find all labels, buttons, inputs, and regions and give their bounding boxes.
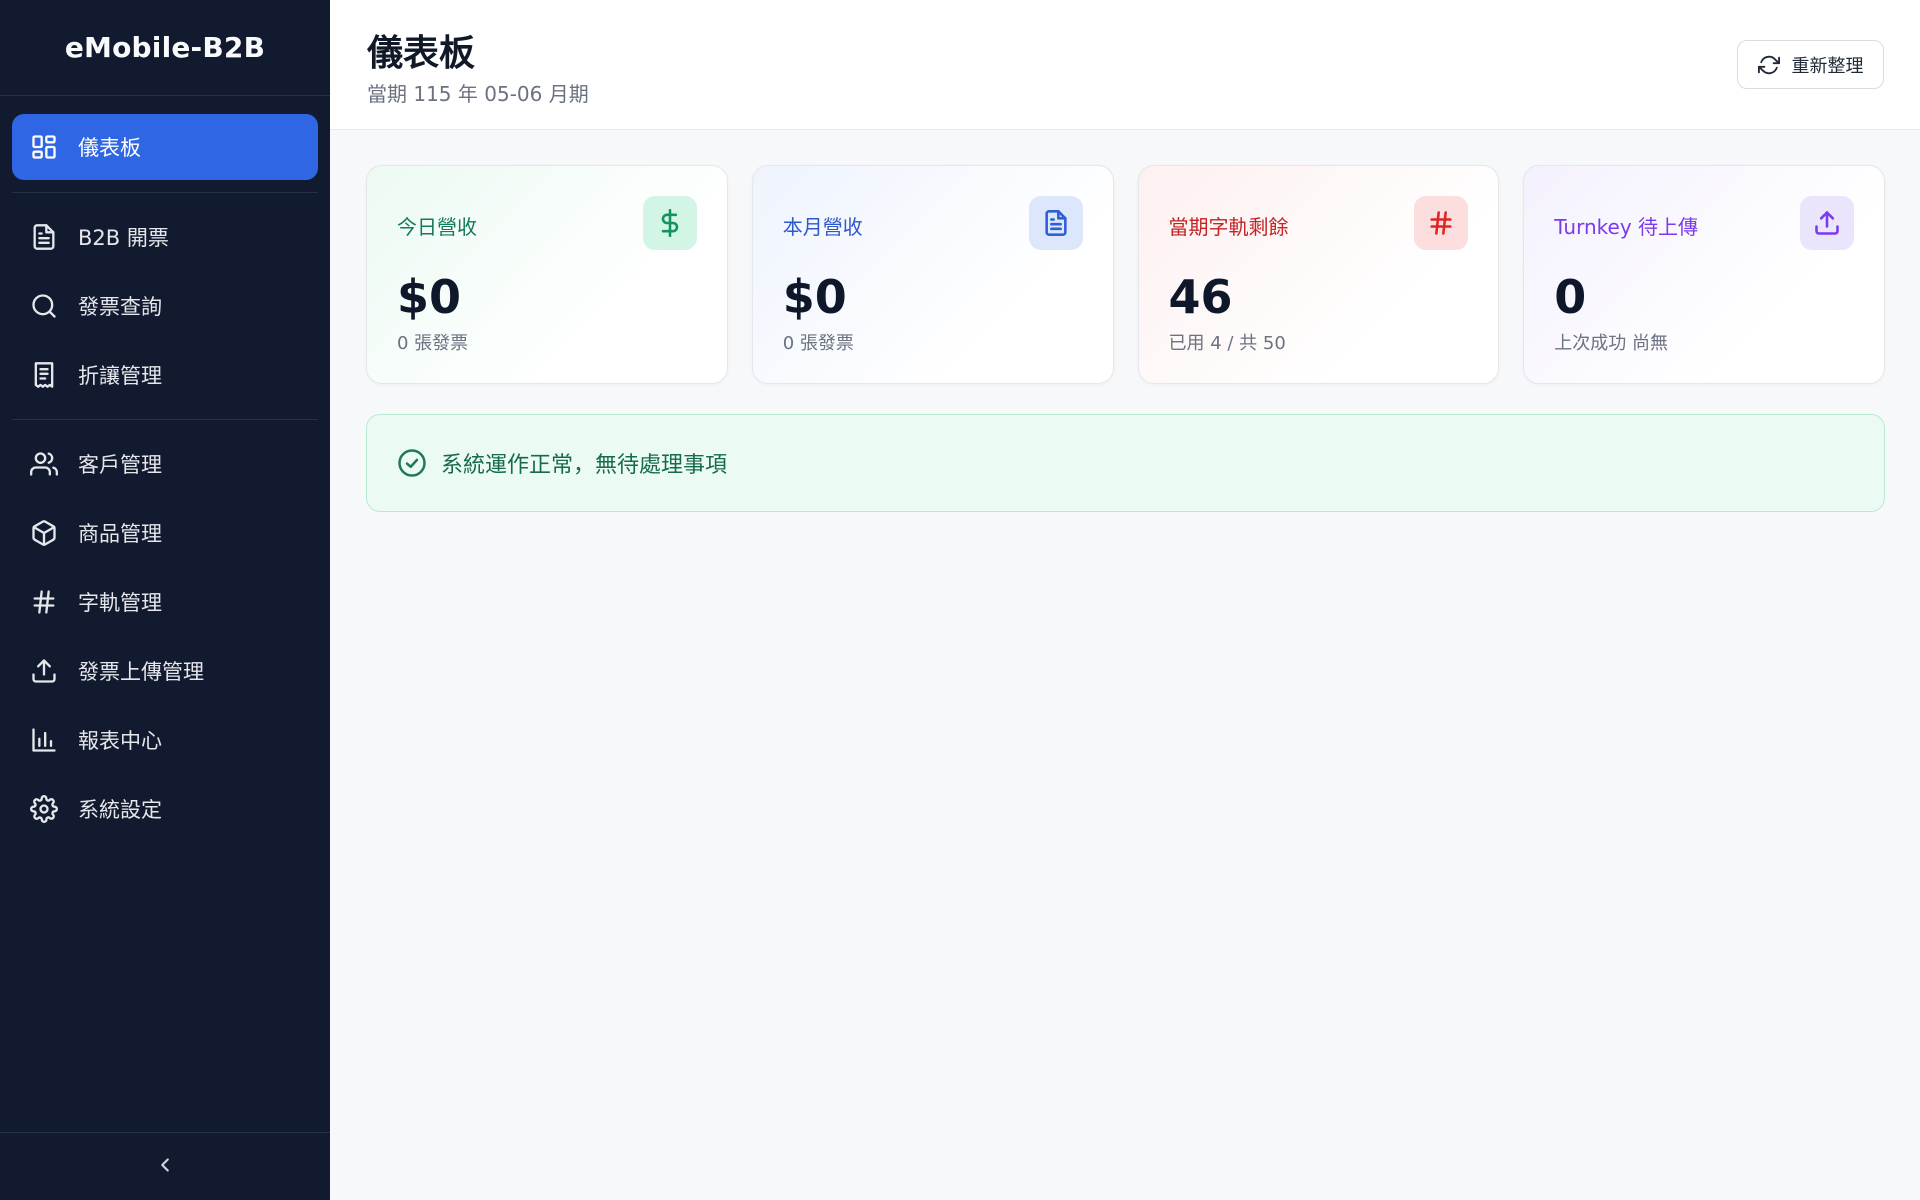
upload-icon	[30, 657, 58, 685]
refresh-icon	[1757, 55, 1780, 74]
sidebar-item-label: 發票查詢	[78, 295, 162, 319]
brand-logo[interactable]: eMobile-B2B	[0, 0, 330, 96]
stat-card-turnkey-pending[interactable]: Turnkey 待上傳 0 上次成功 尚無	[1523, 165, 1885, 384]
stat-card-today-revenue[interactable]: 今日營收 $0 0 張發票	[366, 165, 728, 384]
nav-divider	[12, 192, 318, 193]
check-circle-icon	[398, 449, 426, 477]
sidebar-item-invoice-search[interactable]: 發票查詢	[12, 274, 318, 338]
stat-cards: 今日營收 $0 0 張發票 本月營收 $0 0 張發票 當期字軌剩餘 46 已用…	[366, 165, 1885, 384]
package-icon	[30, 519, 58, 547]
sidebar-item-label: 系統設定	[78, 798, 162, 822]
card-subtext: 上次成功 尚無	[1554, 333, 1668, 354]
status-message: 系統運作正常，無待處理事項	[441, 453, 728, 478]
dashboard-grid-icon	[30, 133, 58, 161]
card-subtext: 已用 4 / 共 50	[1168, 333, 1286, 354]
card-label: 今日營收	[397, 215, 477, 239]
sidebar-item-dashboard[interactable]: 儀表板	[12, 114, 318, 180]
sidebar-item-label: 儀表板	[78, 136, 141, 160]
sidebar-item-products[interactable]: 商品管理	[12, 501, 318, 565]
sidebar-item-label: 字軌管理	[78, 591, 162, 615]
dollar-icon	[642, 196, 697, 250]
receipt-icon	[30, 361, 58, 389]
refresh-button[interactable]: 重新整理	[1737, 40, 1884, 89]
sidebar: eMobile-B2B 儀表板 B2B 開票 發票查詢 折讓管理 客戶管理 商品…	[0, 0, 330, 1200]
main-content: 儀表板 當期 115 年 05-06 月期 重新整理 今日營收 $0 0 張發票…	[330, 0, 1920, 1200]
sidebar-item-invoice-upload[interactable]: 發票上傳管理	[12, 639, 318, 703]
upload-icon	[1800, 196, 1854, 250]
sidebar-item-label: 發票上傳管理	[78, 660, 204, 684]
card-value: $0	[782, 270, 847, 324]
stat-card-month-revenue[interactable]: 本月營收 $0 0 張發票	[751, 165, 1114, 384]
refresh-label: 重新整理	[1791, 55, 1864, 76]
sidebar-item-label: 客戶管理	[78, 453, 162, 477]
sidebar-item-settings[interactable]: 系統設定	[12, 777, 318, 841]
sidebar-item-label: 折讓管理	[78, 364, 162, 388]
card-label: Turnkey 待上傳	[1554, 215, 1699, 239]
stat-card-track-remaining[interactable]: 當期字軌剩餘 46 已用 4 / 共 50	[1137, 165, 1500, 384]
card-label: 本月營收	[782, 215, 863, 239]
sidebar-nav: 儀表板 B2B 開票 發票查詢 折讓管理 客戶管理 商品管理 字軌管理 發票上傳…	[0, 96, 330, 841]
users-icon	[30, 450, 58, 478]
sidebar-item-label: 商品管理	[78, 522, 162, 546]
sidebar-item-label: 報表中心	[78, 729, 162, 753]
search-icon	[30, 292, 58, 320]
page-header: 儀表板 當期 115 年 05-06 月期 重新整理	[330, 0, 1920, 130]
card-value: $0	[397, 270, 462, 324]
card-subtext: 0 張發票	[397, 333, 469, 354]
nav-divider	[12, 419, 318, 420]
file-text-icon	[30, 223, 58, 251]
card-value: 0	[1554, 270, 1587, 324]
sidebar-item-customers[interactable]: 客戶管理	[12, 432, 318, 496]
sidebar-item-allowance[interactable]: 折讓管理	[12, 343, 318, 407]
chevron-left-icon	[154, 1154, 176, 1180]
document-icon	[1028, 196, 1083, 250]
hash-icon	[1414, 196, 1469, 250]
card-value: 46	[1168, 270, 1233, 324]
sidebar-item-reports[interactable]: 報表中心	[12, 708, 318, 772]
hash-icon	[30, 588, 58, 616]
bar-chart-icon	[30, 726, 58, 754]
page-title: 儀表板	[367, 33, 476, 74]
sidebar-collapse-button[interactable]	[0, 1132, 330, 1200]
sidebar-item-b2b-invoicing[interactable]: B2B 開票	[12, 205, 318, 269]
gear-icon	[30, 795, 58, 823]
system-status-banner: 系統運作正常，無待處理事項	[366, 414, 1885, 512]
period-subtitle: 當期 115 年 05-06 月期	[367, 82, 589, 106]
sidebar-item-track-numbers[interactable]: 字軌管理	[12, 570, 318, 634]
card-subtext: 0 張發票	[782, 333, 854, 354]
sidebar-item-label: B2B 開票	[78, 226, 169, 250]
card-label: 當期字軌剩餘	[1168, 215, 1289, 239]
